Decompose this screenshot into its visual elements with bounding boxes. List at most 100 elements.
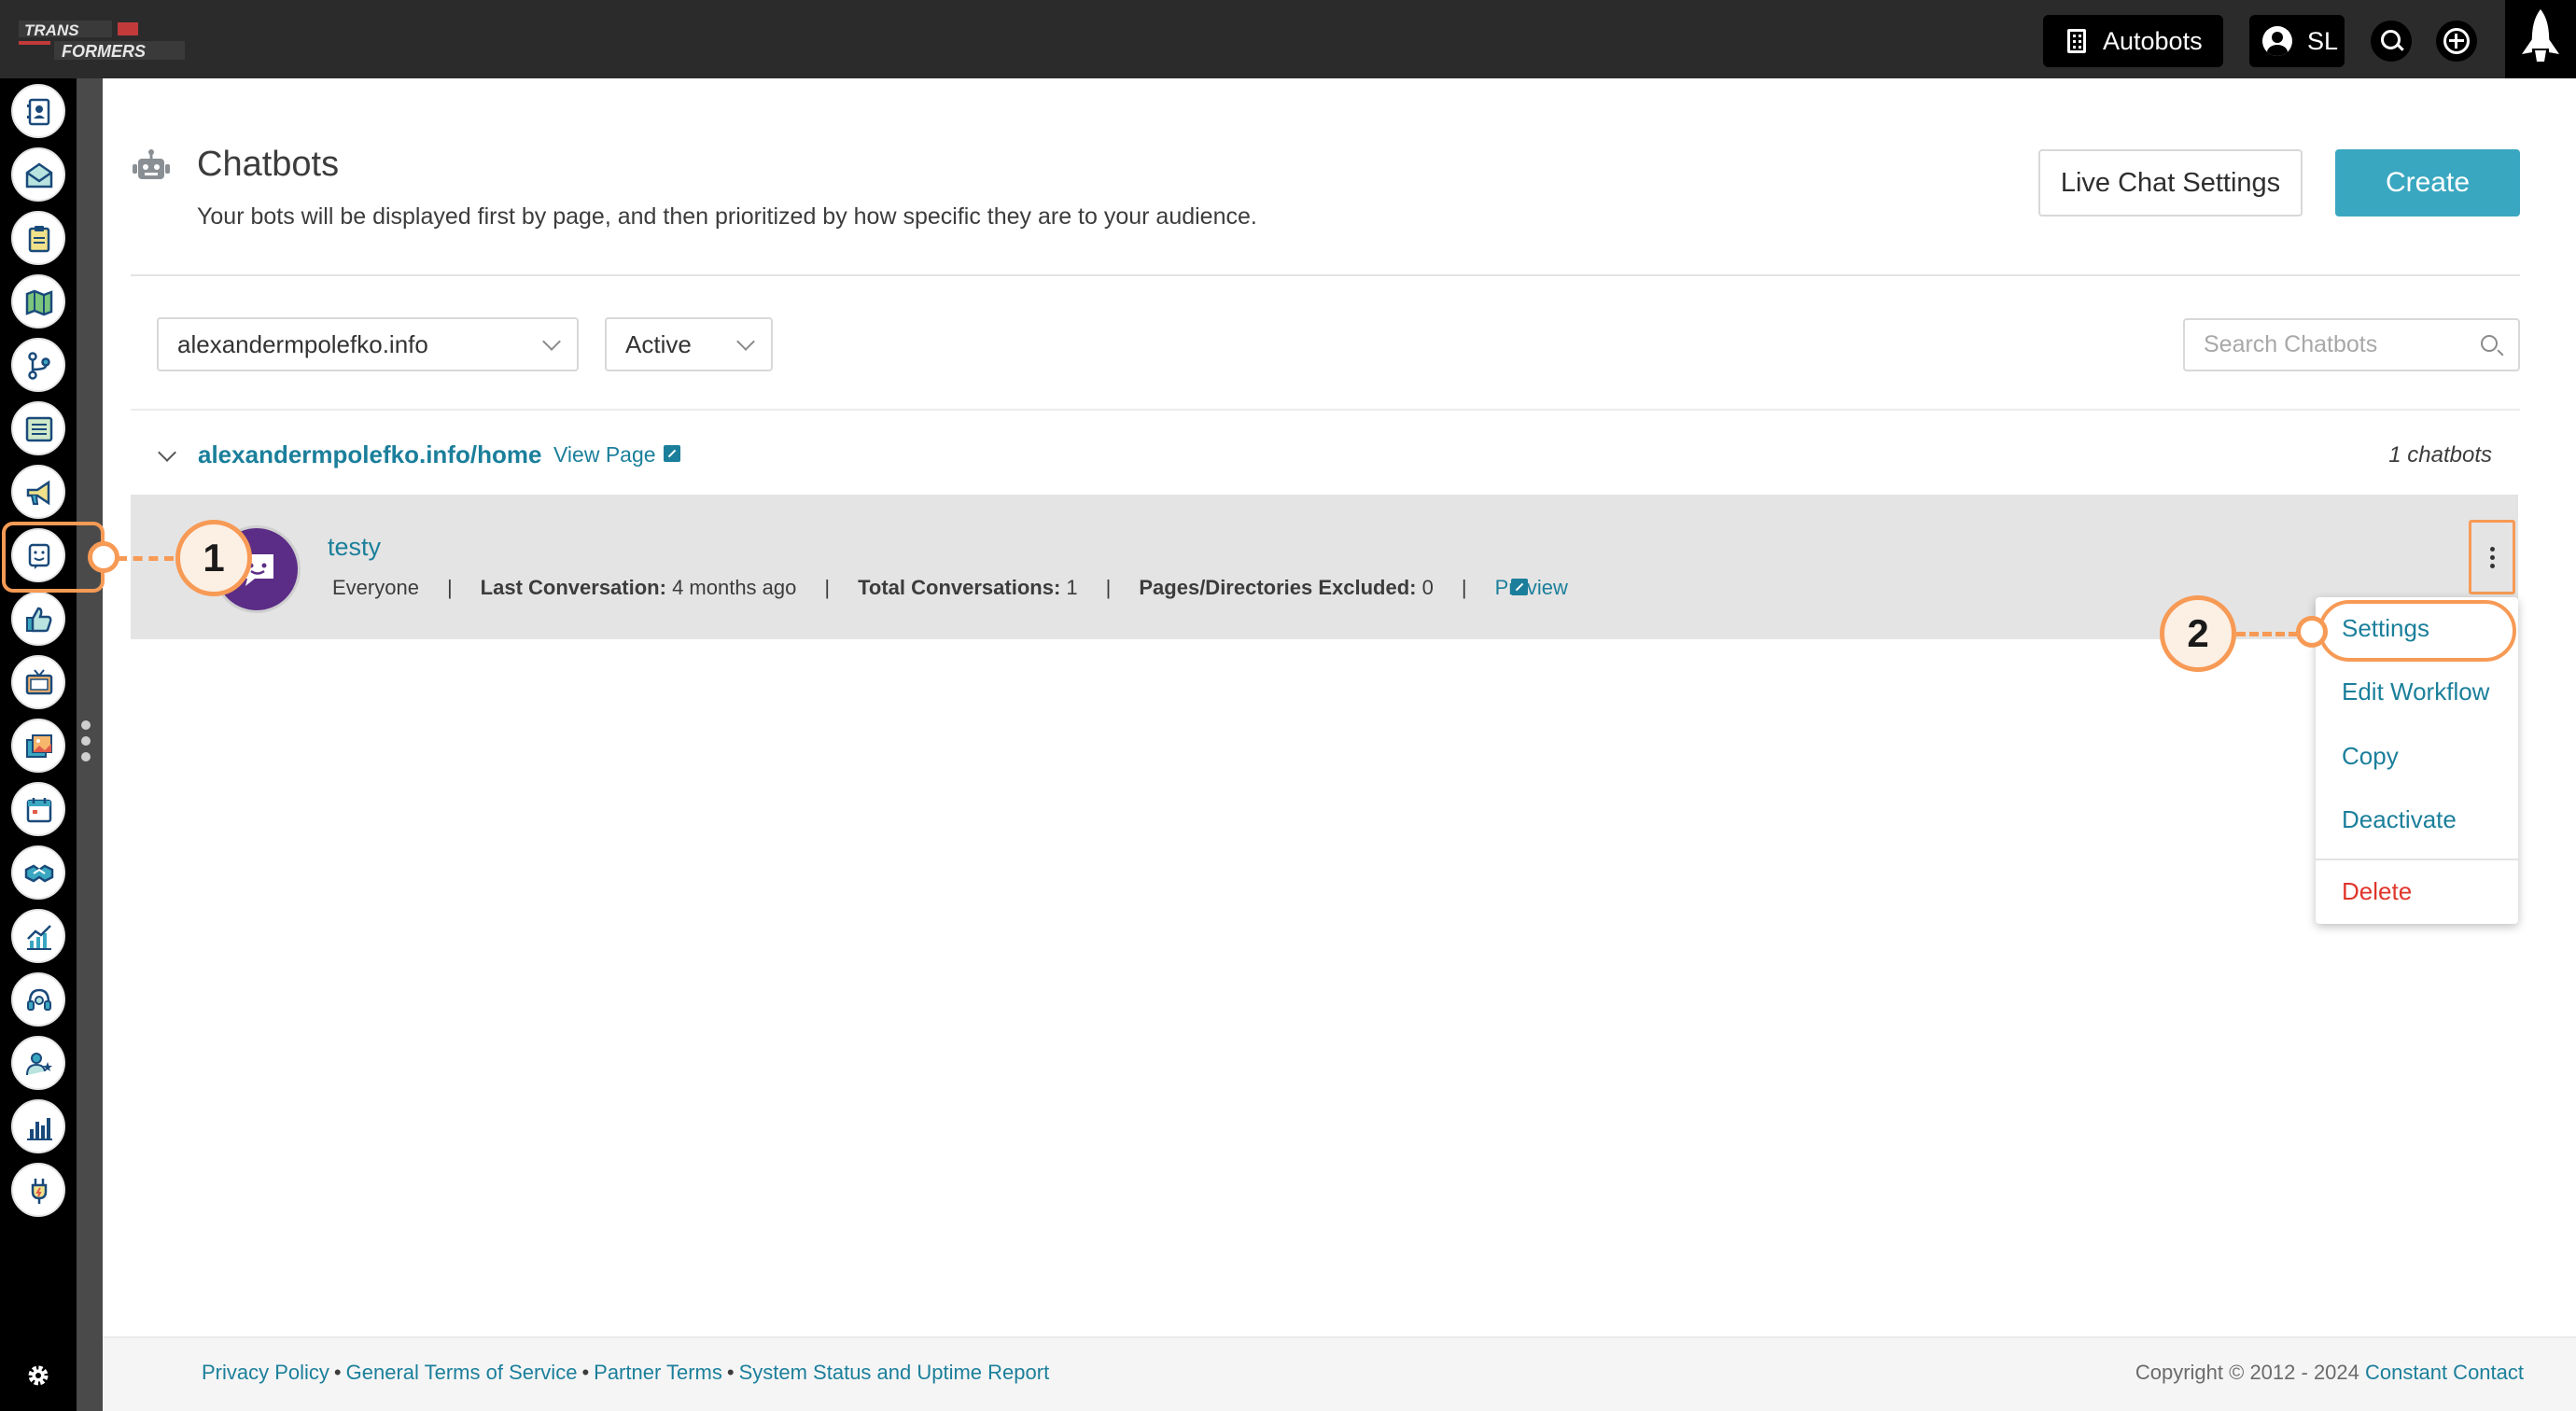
user-avatar-icon xyxy=(2262,26,2292,56)
footer-bullet: • xyxy=(726,1361,735,1384)
brand-logo[interactable]: TRANS FORMERS xyxy=(17,17,190,62)
constant-contact-link[interactable]: Constant Contact xyxy=(2365,1361,2524,1384)
megaphone-icon xyxy=(26,480,50,506)
account-switcher-button[interactable]: Autobots xyxy=(2043,15,2223,67)
launch-button[interactable] xyxy=(2505,0,2576,78)
external-link-icon[interactable] xyxy=(1511,579,1528,595)
top-bar: TRANS FORMERS Autobots SL xyxy=(0,0,2576,78)
page-subtitle: Your bots will be displayed first by pag… xyxy=(197,203,1257,230)
calendar-icon xyxy=(26,798,52,823)
copyright: Copyright © 2012 - 2024 Constant Contact xyxy=(2135,1361,2524,1385)
chatbot-audience: Everyone xyxy=(332,576,419,599)
plus-icon[interactable] xyxy=(2436,21,2477,62)
excluded-label: Pages/Directories Excluded: xyxy=(1139,576,1417,599)
rocket-icon xyxy=(2522,9,2559,62)
copyright-text: Copyright © 2012 - 2024 xyxy=(2135,1361,2359,1384)
callout-connector xyxy=(118,556,174,561)
meta-separator: | xyxy=(446,576,453,599)
chatbot-row[interactable] xyxy=(131,495,2518,639)
general-terms-link[interactable]: General Terms of Service xyxy=(346,1361,578,1384)
system-status-link[interactable]: System Status and Uptime Report xyxy=(739,1361,1050,1384)
sidebar-item-email[interactable] xyxy=(11,147,65,202)
domain-select[interactable]: alexandermpolefko.info xyxy=(157,317,579,371)
svg-text:FORMERS: FORMERS xyxy=(62,42,146,61)
menu-item-deactivate[interactable]: Deactivate xyxy=(2342,805,2457,834)
domain-select-value: alexandermpolefko.info xyxy=(177,329,428,358)
sidebar-item-analytics[interactable] xyxy=(11,1099,65,1153)
privacy-policy-link[interactable]: Privacy Policy xyxy=(202,1361,329,1384)
robot-icon xyxy=(133,149,170,179)
callout-number-2: 2 xyxy=(2160,595,2236,672)
contact-book-icon xyxy=(27,98,50,126)
user-menu-button[interactable]: SL xyxy=(2249,15,2345,67)
menu-item-copy[interactable]: Copy xyxy=(2342,742,2399,771)
chevron-down-icon xyxy=(542,332,561,351)
chatbot-meta: Everyone | Last Conversation: 4 months a… xyxy=(332,576,1568,600)
search-icon[interactable] xyxy=(2481,335,2498,352)
sidebar-item-lists[interactable] xyxy=(11,401,65,455)
sidebar-drag-handle-icon[interactable] xyxy=(81,720,92,767)
search-placeholder: Search Chatbots xyxy=(2204,331,2378,357)
trend-chart-icon xyxy=(27,925,51,950)
sidebar-item-support[interactable] xyxy=(11,972,65,1027)
callout-number-1: 1 xyxy=(175,520,252,596)
transformers-logo-icon: TRANS FORMERS xyxy=(19,21,185,61)
tv-icon xyxy=(25,669,53,695)
settings-highlight xyxy=(2318,600,2516,662)
sidebar-item-reports[interactable] xyxy=(11,909,65,963)
view-page-link[interactable]: View Page xyxy=(553,442,656,468)
divider xyxy=(131,409,2520,411)
sidebar-item-audience[interactable] xyxy=(11,1036,65,1090)
external-link-icon[interactable] xyxy=(664,445,680,462)
chatbot-count: 1 chatbots xyxy=(2388,442,2492,468)
more-options-highlight xyxy=(2469,520,2515,594)
partner-terms-link[interactable]: Partner Terms xyxy=(594,1361,722,1384)
menu-item-delete[interactable]: Delete xyxy=(2342,877,2412,906)
footer-links: Privacy Policy • General Terms of Service •… xyxy=(202,1361,1049,1385)
sidebar-item-social[interactable] xyxy=(11,592,65,646)
sidebar-item-maps[interactable] xyxy=(11,274,65,328)
sidebar-item-media[interactable] xyxy=(11,719,65,773)
create-button[interactable]: Create xyxy=(2335,149,2520,217)
sidebar-item-forms[interactable] xyxy=(11,211,65,265)
excluded-value: 0 xyxy=(1421,576,1434,599)
images-icon xyxy=(26,734,52,758)
callout-anchor-dot xyxy=(88,541,119,573)
sidebar-item-campaigns[interactable] xyxy=(11,465,65,519)
sidebar-item-video[interactable] xyxy=(11,655,65,709)
preview-link[interactable]: Preview xyxy=(1495,576,1568,600)
clipboard-icon xyxy=(28,226,50,253)
sidebar-item-automation[interactable] xyxy=(11,338,65,392)
email-open-icon xyxy=(25,162,53,189)
svg-text:TRANS: TRANS xyxy=(24,21,79,39)
sidebar-item-integrations[interactable] xyxy=(11,1163,65,1217)
account-label: Autobots xyxy=(2103,26,2203,55)
live-chat-settings-button[interactable]: Live Chat Settings xyxy=(2038,149,2303,217)
map-icon xyxy=(25,289,53,316)
branch-icon xyxy=(28,352,50,380)
user-initials: SL xyxy=(2307,26,2339,55)
footer-bullet: • xyxy=(333,1361,342,1384)
chatbot-name-link[interactable]: testy xyxy=(328,533,381,562)
menu-divider xyxy=(2316,859,2518,860)
search-chatbots-input[interactable]: Search Chatbots xyxy=(2183,318,2520,371)
meta-separator: | xyxy=(1105,576,1112,599)
total-conversations-value: 1 xyxy=(1066,576,1078,599)
sidebar-item-events[interactable] xyxy=(11,782,65,836)
gear-icon[interactable] xyxy=(26,1363,50,1388)
status-select[interactable]: Active xyxy=(605,317,773,371)
bar-chart-icon xyxy=(27,1118,52,1140)
collapse-chevron-icon[interactable] xyxy=(158,443,176,462)
search-icon[interactable] xyxy=(2371,21,2412,62)
last-conversation-label: Last Conversation: xyxy=(480,576,666,599)
sidebar-item-contacts[interactable] xyxy=(11,84,65,138)
page-title: Chatbots xyxy=(197,145,340,184)
menu-item-edit-workflow[interactable]: Edit Workflow xyxy=(2342,678,2489,706)
thumbs-up-icon xyxy=(26,607,52,633)
page-group-title[interactable]: alexandermpolefko.info/home xyxy=(198,440,541,469)
handshake-icon xyxy=(24,864,54,883)
footer-bullet: • xyxy=(581,1361,590,1384)
meta-separator: | xyxy=(824,576,831,599)
sidebar-item-deals[interactable] xyxy=(11,845,65,900)
building-icon xyxy=(2067,29,2086,53)
